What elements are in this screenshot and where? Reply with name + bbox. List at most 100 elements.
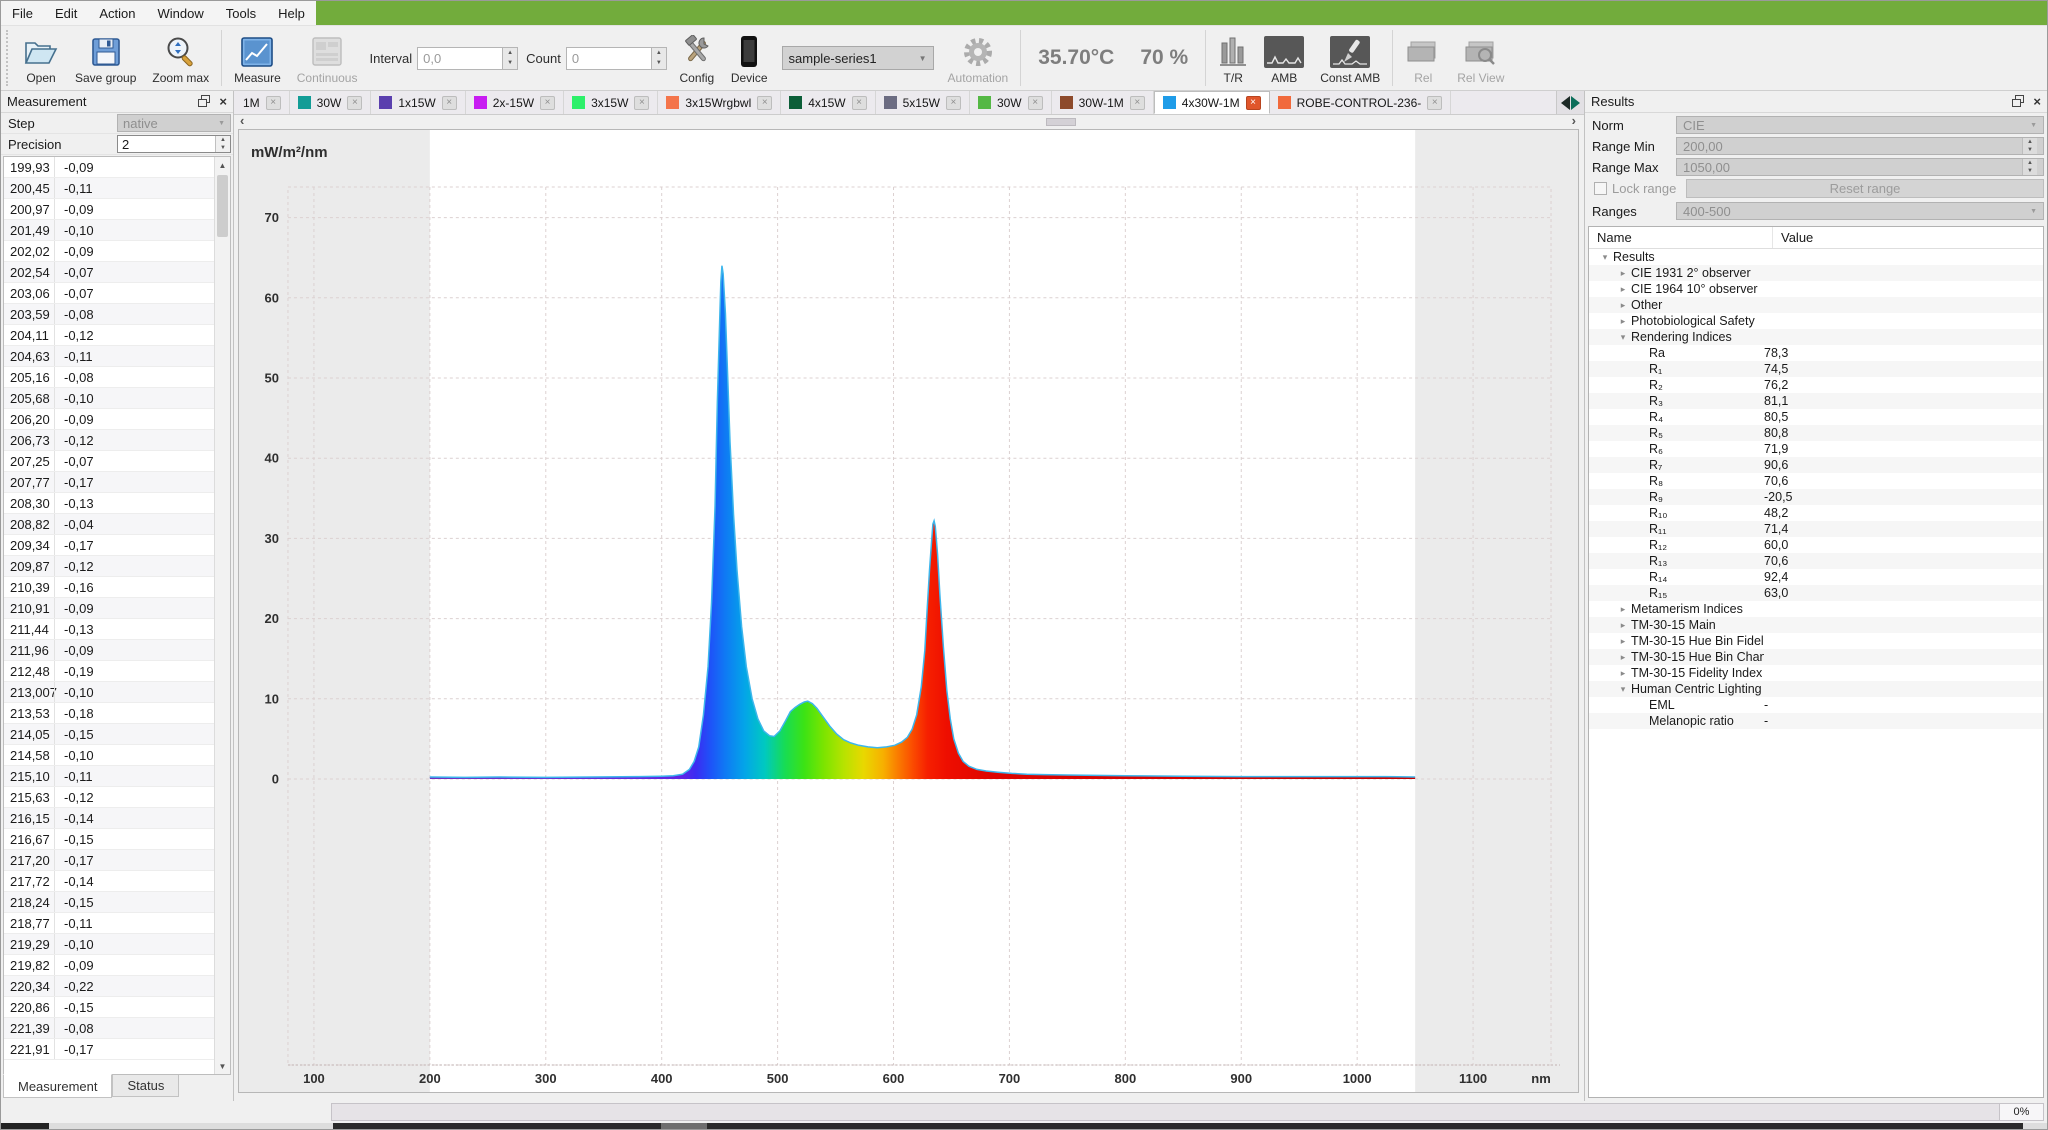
measurement-row[interactable]: 207,25-0,07 [4, 451, 230, 472]
scroll-tabs-left-icon[interactable] [1561, 96, 1570, 110]
measurement-row[interactable]: 200,45-0,11 [4, 178, 230, 199]
zoom-max-button[interactable]: Zoom max [144, 29, 217, 87]
expand-icon[interactable]: ▸ [1615, 316, 1631, 327]
tab-close-icon[interactable]: × [540, 96, 555, 110]
tree-row[interactable]: R₂76,2 [1589, 377, 2043, 393]
rel-view-button[interactable]: Rel View [1449, 29, 1512, 87]
device-button[interactable]: Device [723, 29, 776, 87]
collapse-icon[interactable]: ▾ [1615, 332, 1631, 343]
measurement-row[interactable]: 206,20-0,09 [4, 409, 230, 430]
measurement-row[interactable]: 208,82-0,04 [4, 514, 230, 535]
measurement-row[interactable]: 218,24-0,15 [4, 892, 230, 913]
measurement-row[interactable]: 209,34-0,17 [4, 535, 230, 556]
close-panel-icon[interactable]: × [219, 95, 227, 108]
collapse-icon[interactable]: ▾ [1597, 252, 1613, 263]
tree-row[interactable]: ▸Metamerism Indices [1589, 601, 2043, 617]
tree-row[interactable]: R₁₃70,6 [1589, 553, 2043, 569]
amb-button[interactable]: AMB [1256, 29, 1312, 87]
measurement-row[interactable]: 221,91-0,17 [4, 1039, 230, 1060]
float-panel-icon[interactable] [2012, 95, 2027, 108]
tree-row[interactable]: ▸CIE 1931 2° observer [1589, 265, 2043, 281]
tab-close-icon[interactable]: × [1246, 96, 1261, 110]
scroll-tabs-right-icon[interactable] [1571, 96, 1580, 110]
measurement-row[interactable]: 209,87-0,12 [4, 556, 230, 577]
tree-row[interactable]: R₄80,5 [1589, 409, 2043, 425]
measurement-row[interactable]: 202,54-0,07 [4, 262, 230, 283]
range-max-spinner[interactable]: ▲▼ [2022, 159, 2037, 175]
tab-close-icon[interactable]: × [266, 96, 281, 110]
tab-robe-control-236-[interactable]: ROBE-CONTROL-236-× [1270, 91, 1452, 114]
measurement-row[interactable]: 217,72-0,14 [4, 871, 230, 892]
collapse-icon[interactable]: ▾ [1615, 684, 1631, 695]
tree-row[interactable]: R₉-20,5 [1589, 489, 2043, 505]
measurement-row[interactable]: 206,73-0,12 [4, 430, 230, 451]
measurement-row[interactable]: 208,30-0,13 [4, 493, 230, 514]
measurement-row[interactable]: 216,67-0,15 [4, 829, 230, 850]
measurement-row[interactable]: 204,11-0,12 [4, 325, 230, 346]
precision-stepper[interactable]: 2 ▲▼ [117, 135, 231, 153]
measurement-row[interactable]: 217,20-0,17 [4, 850, 230, 871]
measurement-list[interactable]: 199,93-0,09200,45-0,11200,97-0,09201,49-… [3, 156, 231, 1075]
precision-spinner[interactable]: ▲▼ [215, 136, 230, 152]
rel-button[interactable]: Rel [1397, 29, 1449, 87]
measurement-row[interactable]: 215,63-0,12 [4, 787, 230, 808]
measurement-row[interactable]: 213,007-0,10 [4, 682, 230, 703]
tab-close-icon[interactable]: × [1028, 96, 1043, 110]
tr-button[interactable]: T/R [1210, 29, 1256, 87]
tab-3x15wrgbwl[interactable]: 3x15Wrgbwl× [658, 91, 781, 114]
tree-row[interactable]: R₅80,8 [1589, 425, 2043, 441]
tab-4x15w[interactable]: 4x15W× [781, 91, 875, 114]
expand-icon[interactable]: ▸ [1615, 652, 1631, 663]
tab-close-icon[interactable]: × [1427, 96, 1442, 110]
scroll-down-icon[interactable]: ▼ [215, 1058, 230, 1074]
save-group-button[interactable]: Save group [67, 29, 144, 87]
column-value[interactable]: Value [1773, 230, 1813, 245]
measurement-row[interactable]: 204,63-0,11 [4, 346, 230, 367]
tree-row[interactable]: ▸Other [1589, 297, 2043, 313]
toolbar-grip[interactable] [6, 30, 12, 86]
measurement-row[interactable]: 213,53-0,18 [4, 703, 230, 724]
scrollbar-thumb[interactable] [217, 175, 228, 237]
tree-row[interactable]: R₈70,6 [1589, 473, 2043, 489]
measurement-row[interactable]: 220,86-0,15 [4, 997, 230, 1018]
expand-icon[interactable]: ▸ [1615, 636, 1631, 647]
measurement-row[interactable]: 205,16-0,08 [4, 367, 230, 388]
measurement-row[interactable]: 219,29-0,10 [4, 934, 230, 955]
tab-3x15w[interactable]: 3x15W× [564, 91, 658, 114]
measurement-row[interactable]: 214,58-0,10 [4, 745, 230, 766]
measurement-row[interactable]: 219,82-0,09 [4, 955, 230, 976]
measurement-row[interactable]: 211,96-0,09 [4, 640, 230, 661]
menu-help[interactable]: Help [267, 1, 316, 25]
menu-action[interactable]: Action [88, 1, 146, 25]
measurement-row[interactable]: 203,59-0,08 [4, 304, 230, 325]
tab-4x30w-1m[interactable]: 4x30W-1M× [1154, 91, 1270, 114]
config-button[interactable]: Config [671, 29, 723, 87]
column-name[interactable]: Name [1589, 227, 1773, 248]
count-spinner[interactable]: ▲▼ [652, 47, 667, 70]
tree-row[interactable]: ▾Human Centric Lighting [1589, 681, 2043, 697]
tree-row[interactable]: ▾Results [1589, 249, 2043, 265]
menu-file[interactable]: File [1, 1, 44, 25]
tab-close-icon[interactable]: × [946, 96, 961, 110]
tree-row[interactable]: EML- [1589, 697, 2043, 713]
measurement-row[interactable]: 207,77-0,17 [4, 472, 230, 493]
expand-icon[interactable]: ▸ [1615, 668, 1631, 679]
reset-range-button[interactable]: Reset range [1686, 179, 2044, 198]
measurement-row[interactable]: 214,05-0,15 [4, 724, 230, 745]
measurement-row[interactable]: 220,34-0,22 [4, 976, 230, 997]
lock-range-checkbox[interactable] [1594, 182, 1607, 195]
ranges-select[interactable]: 400-500 ▼ [1676, 202, 2044, 220]
open-button[interactable]: Open [15, 29, 67, 87]
expand-icon[interactable]: ▸ [1615, 300, 1631, 311]
tab-close-icon[interactable]: × [442, 96, 457, 110]
spectrum-chart[interactable]: 10020030040050060070080090010001100nm010… [238, 129, 1579, 1093]
float-panel-icon[interactable] [198, 95, 213, 108]
tree-row[interactable]: ▸TM-30-15 Hue Bin Chang... [1589, 649, 2043, 665]
tree-row[interactable]: R₃81,1 [1589, 393, 2043, 409]
tab-1m[interactable]: 1M× [235, 91, 290, 114]
expand-icon[interactable]: ▸ [1615, 268, 1631, 279]
tree-row[interactable]: R₁₄92,4 [1589, 569, 2043, 585]
range-max-stepper[interactable]: 1050,00 ▲▼ [1676, 158, 2044, 176]
tree-row[interactable]: ▸TM-30-15 Main [1589, 617, 2043, 633]
tree-row[interactable]: ▸Photobiological Safety [1589, 313, 2043, 329]
